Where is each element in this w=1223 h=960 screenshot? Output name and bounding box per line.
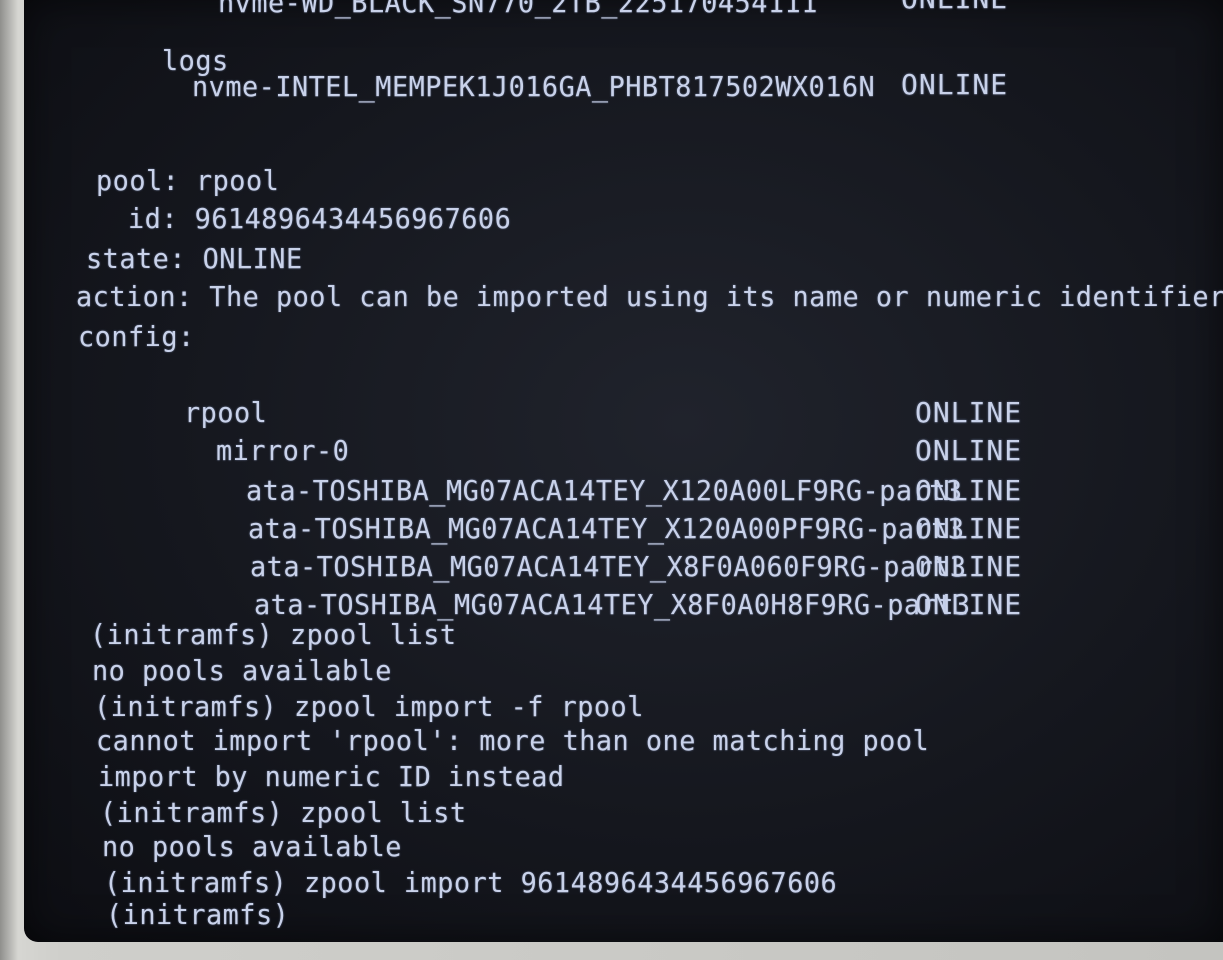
session-output-line: no pools available bbox=[102, 830, 402, 863]
config-disk-name: ata-TOSHIBA_MG07ACA14TEY_X8F0A060F9RG-pa… bbox=[250, 550, 967, 583]
config-disk-state: ONLINE bbox=[915, 550, 1023, 583]
config-vdev-state: ONLINE bbox=[915, 434, 1023, 467]
log-device-state: ONLINE bbox=[901, 68, 1009, 101]
session-command-line: (initramfs) zpool import -f rpool bbox=[94, 690, 644, 723]
config-disk-state: ONLINE bbox=[915, 588, 1023, 621]
session-output-line: no pools available bbox=[92, 654, 392, 687]
config-vdev-name: mirror-0 bbox=[216, 434, 350, 467]
session-command-line: (initramfs) zpool import 961489643445696… bbox=[104, 866, 838, 899]
top-device-name: nvme-WD_BLACK_SN770_2TB_225170454111 bbox=[218, 0, 818, 19]
pool-state-line: state: ONLINE bbox=[86, 242, 303, 275]
session-prompt-line[interactable]: (initramfs) bbox=[106, 898, 289, 932]
session-command-line: (initramfs) zpool list bbox=[90, 618, 457, 651]
top-device-state: ONLINE bbox=[901, 0, 1008, 16]
pool-id-line: id: 9614896434456967606 bbox=[128, 202, 512, 235]
config-label: config: bbox=[78, 320, 195, 353]
terminal-screen[interactable]: nvme-WD_BLACK_SN770_2TB_225170454111 ONL… bbox=[24, 0, 1223, 942]
pool-action-line: action: The pool can be imported using i… bbox=[76, 280, 1223, 313]
config-disk-name: ata-TOSHIBA_MG07ACA14TEY_X120A00LF9RG-pa… bbox=[246, 474, 963, 507]
config-disk-name: ata-TOSHIBA_MG07ACA14TEY_X120A00PF9RG-pa… bbox=[248, 512, 965, 545]
config-vdev-name: rpool bbox=[184, 396, 268, 429]
config-disk-state: ONLINE bbox=[915, 512, 1023, 545]
session-command-line: (initramfs) zpool list bbox=[100, 796, 467, 829]
log-device-name: nvme-INTEL_MEMPEK1J016GA_PHBT817502WX016… bbox=[192, 70, 876, 103]
session-output-line: import by numeric ID instead bbox=[98, 760, 565, 793]
pool-name-line: pool: rpool bbox=[96, 164, 280, 197]
config-disk-state: ONLINE bbox=[915, 474, 1023, 507]
config-disk-name: ata-TOSHIBA_MG07ACA14TEY_X8F0A0H8F9RG-pa… bbox=[254, 588, 971, 621]
config-vdev-state: ONLINE bbox=[915, 396, 1023, 429]
session-error-line: cannot import 'rpool': more than one mat… bbox=[96, 724, 930, 757]
